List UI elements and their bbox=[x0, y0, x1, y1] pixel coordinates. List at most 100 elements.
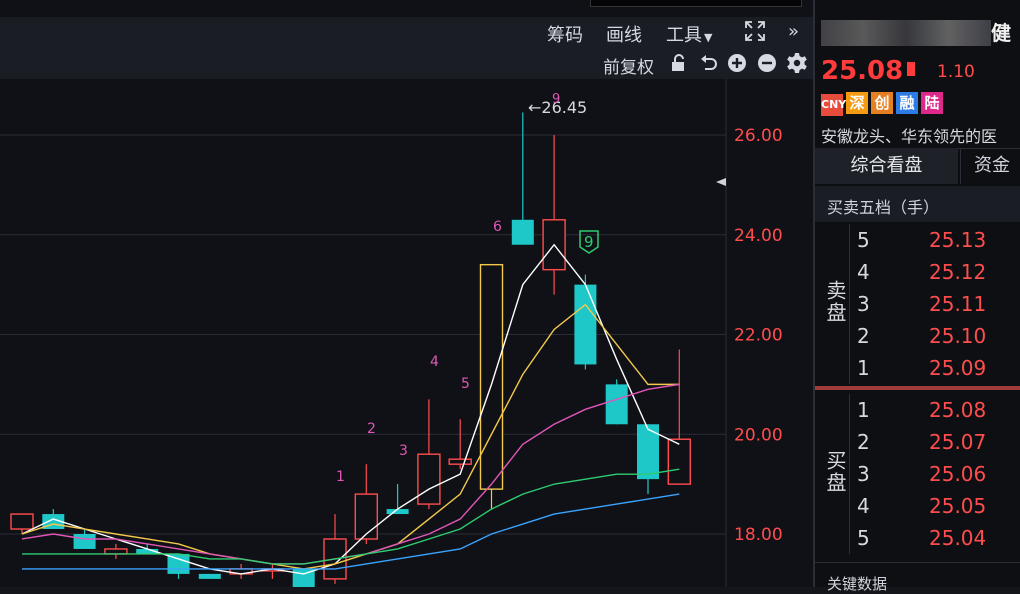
quote-panel: 健 25.08 1.10 CNY 深创融陆 安徽龙头、华东领先的医 综合看盘 资金… bbox=[813, 0, 1020, 593]
draw-line-button[interactable]: 画线 bbox=[606, 21, 642, 47]
tools-label: 工具 bbox=[666, 25, 702, 46]
settings-gear-icon[interactable] bbox=[786, 52, 808, 78]
top-marker-label: 9 bbox=[552, 92, 560, 107]
zoom-out-icon[interactable] bbox=[757, 53, 777, 77]
orderbook-level: 5 bbox=[857, 228, 870, 252]
orderbook-row[interactable]: 3 25.11 bbox=[815, 288, 1020, 320]
sequence-count-label: 5 bbox=[461, 376, 470, 392]
stock-header: 健 bbox=[815, 14, 1020, 54]
undo-icon[interactable] bbox=[698, 54, 718, 78]
price-row: 25.08 1.10 bbox=[815, 54, 1020, 86]
candle-body bbox=[73, 534, 96, 549]
market-badge: 深 bbox=[846, 92, 868, 114]
orderbook-price: 25.06 bbox=[929, 462, 987, 486]
candle-body bbox=[198, 573, 221, 579]
orderbook-price: 25.05 bbox=[929, 494, 987, 518]
description-text: 安徽龙头、华东领先的医 bbox=[821, 127, 998, 146]
moving-average-line bbox=[22, 493, 680, 570]
collapse-icon[interactable]: » bbox=[788, 21, 799, 42]
candle-body bbox=[511, 219, 534, 245]
tab-bar: 综合看盘 资金 bbox=[815, 148, 1020, 184]
orderbook-row[interactable]: 3 25.06 bbox=[815, 458, 1020, 490]
orderbook-row[interactable]: 4 25.12 bbox=[815, 256, 1020, 288]
y-axis-tick-label: 18.00 bbox=[734, 525, 783, 545]
orderbook-price: 25.04 bbox=[929, 526, 987, 550]
candle bbox=[637, 424, 659, 495]
orderbook-row[interactable]: 2 25.10 bbox=[815, 320, 1020, 352]
market-badge: 陆 bbox=[921, 92, 943, 114]
candle bbox=[260, 563, 285, 579]
buy-side: 买盘 1 25.08 2 25.07 3 25.06 4 25.05 5 25.04 bbox=[815, 394, 1020, 554]
candle bbox=[198, 573, 221, 579]
orderbook-row[interactable]: 1 25.08 bbox=[815, 394, 1020, 426]
orderbook-price: 25.12 bbox=[929, 260, 987, 284]
orderbook-row[interactable]: 4 25.05 bbox=[815, 490, 1020, 522]
orderbook-price: 25.11 bbox=[929, 292, 987, 316]
company-description: 安徽龙头、华东领先的医 bbox=[815, 120, 1020, 149]
candle bbox=[354, 464, 378, 544]
candle-body bbox=[667, 438, 691, 485]
chips-button[interactable]: 筹码 bbox=[547, 21, 583, 47]
nine-signal-label: 9 bbox=[584, 233, 594, 251]
candle bbox=[104, 543, 128, 559]
orderbook-level: 2 bbox=[857, 324, 870, 348]
price-change: 1.10 bbox=[937, 62, 975, 82]
candle bbox=[574, 274, 597, 370]
tools-menu-button[interactable]: 工具 ▼ bbox=[666, 21, 712, 47]
orderbook-row[interactable]: 5 25.13 bbox=[815, 224, 1020, 256]
sequence-count-label: 3 bbox=[399, 443, 408, 459]
orderbook-title: 买卖五档（手） bbox=[827, 198, 940, 217]
orderbook-price: 25.07 bbox=[929, 430, 987, 454]
orderbook-row[interactable]: 5 25.04 bbox=[815, 522, 1020, 554]
orderbook-level: 5 bbox=[857, 526, 870, 550]
candle-body bbox=[574, 284, 597, 365]
sequence-count-label: 6 bbox=[493, 219, 502, 235]
tab-funds[interactable]: 资金 bbox=[960, 148, 1020, 184]
stock-name-fragment: 健 bbox=[991, 21, 1011, 45]
sequence-count-label: 2 bbox=[367, 421, 376, 437]
market-badge: 创 bbox=[871, 92, 893, 114]
sequence-count-label: 1 bbox=[336, 469, 345, 485]
candle bbox=[448, 419, 472, 470]
market-badge: CNY bbox=[821, 94, 846, 116]
orderbook-row[interactable]: 1 25.09 bbox=[815, 352, 1020, 384]
y-axis-tick-label: 26.00 bbox=[734, 126, 783, 146]
chart-pane: 筹码 画线 工具 ▼ » 前复权 26.00 24.00 22.00 20.00 18.0… bbox=[0, 0, 813, 587]
key-data-label: 关键数据 bbox=[827, 575, 888, 593]
candle-body bbox=[104, 548, 128, 555]
caret-down-icon: ▼ bbox=[704, 31, 713, 44]
candle bbox=[511, 112, 534, 245]
chart-toolbar: 筹码 画线 工具 ▼ » bbox=[0, 17, 813, 50]
badge-row: CNY 深创融陆 bbox=[815, 92, 1020, 118]
candle-body bbox=[605, 384, 628, 425]
search-box[interactable] bbox=[590, 0, 802, 7]
candle bbox=[542, 135, 566, 295]
candlestick-chart[interactable]: 26.0024.0022.0020.0018.00 ←26.45 9 9 123… bbox=[0, 79, 813, 587]
spread-divider bbox=[815, 386, 1020, 390]
sell-side: 卖盘 5 25.13 4 25.12 3 25.11 2 25.10 1 25.09 bbox=[815, 224, 1020, 384]
orderbook-level: 3 bbox=[857, 292, 870, 316]
orderbook-level: 1 bbox=[857, 356, 870, 380]
orderbook-price: 25.13 bbox=[929, 228, 987, 252]
fullscreen-icon[interactable] bbox=[743, 19, 767, 48]
y-axis-tick-label: 22.00 bbox=[734, 326, 783, 346]
lock-icon[interactable] bbox=[670, 54, 688, 76]
candle-body bbox=[479, 263, 504, 490]
y-axis-tick-label: 24.00 bbox=[734, 226, 783, 246]
candle bbox=[479, 263, 504, 510]
blurred-stock-name bbox=[821, 20, 991, 46]
adjust-mode-button[interactable]: 前复权 bbox=[603, 53, 654, 78]
candle bbox=[323, 514, 347, 584]
orderbook-level: 4 bbox=[857, 260, 870, 284]
orderbook-price: 25.08 bbox=[929, 398, 987, 422]
moving-average-line bbox=[21, 383, 680, 565]
orderbook-price: 25.09 bbox=[929, 356, 987, 380]
candle bbox=[167, 553, 190, 579]
orderbook-row[interactable]: 2 25.07 bbox=[815, 426, 1020, 458]
orderbook-header: 买卖五档（手） bbox=[815, 186, 1020, 222]
candle-body bbox=[354, 493, 378, 540]
current-price: 25.08 bbox=[821, 56, 904, 86]
candle-body bbox=[448, 458, 472, 465]
tab-overview[interactable]: 综合看盘 bbox=[815, 148, 958, 184]
zoom-in-icon[interactable] bbox=[727, 53, 747, 77]
